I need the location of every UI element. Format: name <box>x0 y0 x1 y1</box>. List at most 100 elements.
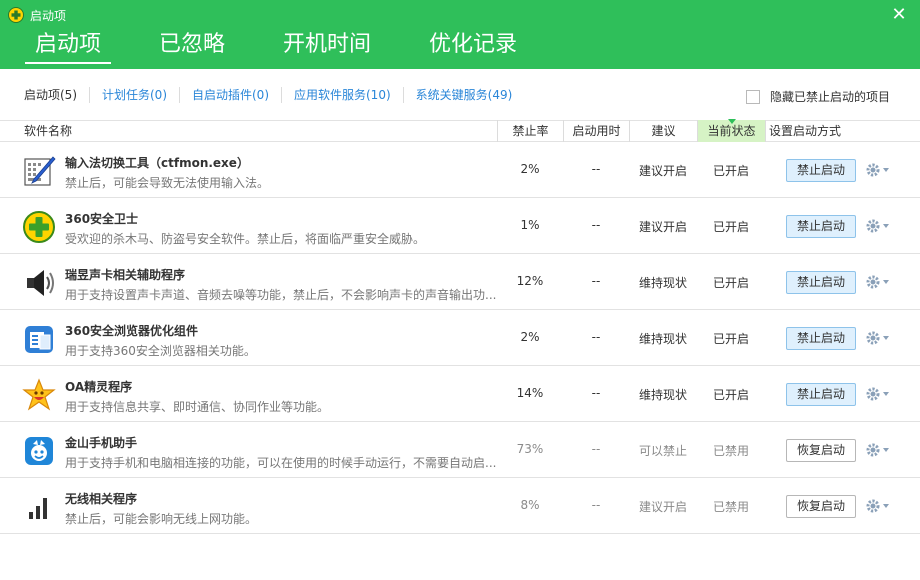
row-desc: 禁止后，可能会影响无线上网功能。 <box>65 512 258 526</box>
row-name: 无线相关程序 <box>65 492 138 506</box>
row-state: 已禁用 <box>712 444 749 458</box>
row-suggestion: 建议开启 <box>638 164 687 178</box>
subtab-system-services[interactable]: 系统关键服务(49) <box>404 87 525 103</box>
restore-startup-button[interactable]: 恢复启动 <box>786 439 856 462</box>
row-suggestion: 维持现状 <box>638 332 687 346</box>
row-state: 已开启 <box>712 276 749 290</box>
gear-icon <box>866 499 889 513</box>
row-disable-rate: 12% <box>516 274 544 288</box>
main-tabs: 启动项 已忽略 开机时间 优化记录 <box>25 30 565 64</box>
table-row: 无线相关程序 禁止后，可能会影响无线上网功能。 8% -- 建议开启 已禁用 恢… <box>0 478 920 534</box>
tab-ignored[interactable]: 已忽略 <box>149 30 235 64</box>
browser-component-icon <box>25 326 53 353</box>
tab-startup[interactable]: 启动项 <box>25 30 112 64</box>
close-icon[interactable]: ✕ <box>890 6 908 24</box>
col-startup-time[interactable]: 启动用时 <box>563 120 629 142</box>
row-name: OA精灵程序 <box>65 380 133 394</box>
hide-disabled-option: 隐藏已禁止启动的项目 <box>745 88 890 105</box>
360-logo-icon <box>8 7 24 23</box>
row-disable-rate: 8% <box>520 498 540 512</box>
row-startup-time: -- <box>591 498 601 512</box>
sub-tab-bar: 启动项(5) 计划任务(0) 自启动插件(0) 应用软件服务(10) 系统关键服… <box>0 69 920 121</box>
col-software-name: 软件名称 <box>24 124 73 138</box>
tab-optimize-log[interactable]: 优化记录 <box>419 30 527 64</box>
row-name: 瑞昱声卡相关辅助程序 <box>65 268 186 282</box>
row-desc: 禁止后，可能会导致无法使用输入法。 <box>65 176 270 190</box>
row-startup-time: -- <box>591 274 601 288</box>
row-desc: 用于支持信息共享、即时通信、协同作业等功能。 <box>65 400 330 414</box>
row-name: 360安全卫士 <box>65 212 139 226</box>
gear-icon <box>866 387 889 401</box>
gear-dropdown[interactable] <box>865 162 891 178</box>
col-startup-setting: 设置启动方式 <box>765 120 875 142</box>
row-desc: 用于支持360安全浏览器相关功能。 <box>65 344 256 358</box>
hide-disabled-checkbox[interactable] <box>745 89 760 104</box>
col-current-state[interactable]: 当前状态 <box>697 119 765 142</box>
row-state: 已开启 <box>712 388 749 402</box>
gear-icon <box>866 443 889 457</box>
subtab-autostart-plugins[interactable]: 自启动插件(0) <box>180 86 282 103</box>
restore-startup-button[interactable]: 恢复启动 <box>786 495 856 518</box>
col-current-state-label: 当前状态 <box>707 124 756 138</box>
row-name: 360安全浏览器优化组件 <box>65 324 199 338</box>
gear-dropdown[interactable] <box>865 442 891 458</box>
row-desc: 用于支持设置声卡声道、音频去噪等功能，禁止后，不会影响声卡的声音输出功... <box>65 288 497 302</box>
row-disable-rate: 2% <box>520 330 540 344</box>
gear-icon <box>866 219 889 233</box>
table-row: 瑞昱声卡相关辅助程序 用于支持设置声卡声道、音频去噪等功能，禁止后，不会影响声卡… <box>0 254 920 310</box>
disable-startup-button[interactable]: 禁止启动 <box>786 327 856 350</box>
row-disable-rate: 1% <box>520 218 540 232</box>
gear-icon <box>866 331 889 345</box>
table-header: 软件名称 禁止率 启动用时 建议 当前状态 设置启动方式 <box>0 119 920 142</box>
row-disable-rate: 14% <box>516 386 544 400</box>
disable-startup-button[interactable]: 禁止启动 <box>786 215 856 238</box>
star-face-icon <box>22 378 56 411</box>
row-disable-rate: 2% <box>520 162 540 176</box>
row-startup-time: -- <box>591 162 601 176</box>
subtab-app-services[interactable]: 应用软件服务(10) <box>282 86 404 103</box>
disable-startup-button[interactable]: 禁止启动 <box>786 383 856 406</box>
ime-pen-icon <box>24 156 56 186</box>
row-suggestion: 维持现状 <box>638 276 687 290</box>
table-row: 金山手机助手 用于支持手机和电脑相连接的功能，可以在使用的时候手动运行，不需要自… <box>0 422 920 478</box>
title-bar: 启动项 ✕ 启动项 已忽略 开机时间 优化记录 <box>0 0 920 69</box>
row-startup-time: -- <box>591 218 601 232</box>
row-startup-time: -- <box>591 330 601 344</box>
tab-boot-time[interactable]: 开机时间 <box>273 30 381 64</box>
phone-assistant-icon <box>25 437 53 465</box>
table-row: 360安全浏览器优化组件 用于支持360安全浏览器相关功能。 2% -- 维持现… <box>0 310 920 366</box>
gear-dropdown[interactable] <box>865 330 891 346</box>
360-guard-icon <box>23 211 55 243</box>
subtab-startup-items[interactable]: 启动项(5) <box>12 86 90 103</box>
gear-dropdown[interactable] <box>865 274 891 290</box>
row-desc: 受欢迎的杀木马、防盗号安全软件。禁止后，将面临严重安全威胁。 <box>65 232 426 246</box>
table-row: 输入法切换工具（ctfmon.exe） 禁止后，可能会导致无法使用输入法。 2%… <box>0 142 920 198</box>
speaker-icon <box>27 270 54 296</box>
table-row: OA精灵程序 用于支持信息共享、即时通信、协同作业等功能。 14% -- 维持现… <box>0 366 920 422</box>
row-suggestion: 建议开启 <box>638 220 687 234</box>
row-state: 已开启 <box>712 220 749 234</box>
disable-startup-button[interactable]: 禁止启动 <box>786 271 856 294</box>
row-state: 已禁用 <box>712 500 749 514</box>
gear-dropdown[interactable] <box>865 386 891 402</box>
row-suggestion: 维持现状 <box>638 388 687 402</box>
subtab-scheduled-tasks[interactable]: 计划任务(0) <box>90 86 180 103</box>
table-row: 360安全卫士 受欢迎的杀木马、防盗号安全软件。禁止后，将面临严重安全威胁。 1… <box>0 198 920 254</box>
row-desc: 用于支持手机和电脑相连接的功能，可以在使用的时候手动运行，不需要自动启... <box>65 456 497 470</box>
row-startup-time: -- <box>591 442 601 456</box>
window-title: 启动项 <box>8 5 66 25</box>
row-suggestion: 可以禁止 <box>638 444 687 458</box>
gear-dropdown[interactable] <box>865 498 891 514</box>
col-suggestion[interactable]: 建议 <box>629 120 697 142</box>
hide-disabled-label: 隐藏已禁止启动的项目 <box>769 90 890 104</box>
gear-icon <box>866 163 889 177</box>
row-suggestion: 建议开启 <box>638 500 687 514</box>
gear-icon <box>866 275 889 289</box>
gear-dropdown[interactable] <box>865 218 891 234</box>
row-state: 已开启 <box>712 332 749 346</box>
disable-startup-button[interactable]: 禁止启动 <box>786 159 856 182</box>
col-disable-rate[interactable]: 禁止率 <box>497 120 563 142</box>
wifi-bars-icon <box>29 498 47 519</box>
row-name: 输入法切换工具（ctfmon.exe） <box>65 156 249 170</box>
row-disable-rate: 73% <box>516 442 544 456</box>
